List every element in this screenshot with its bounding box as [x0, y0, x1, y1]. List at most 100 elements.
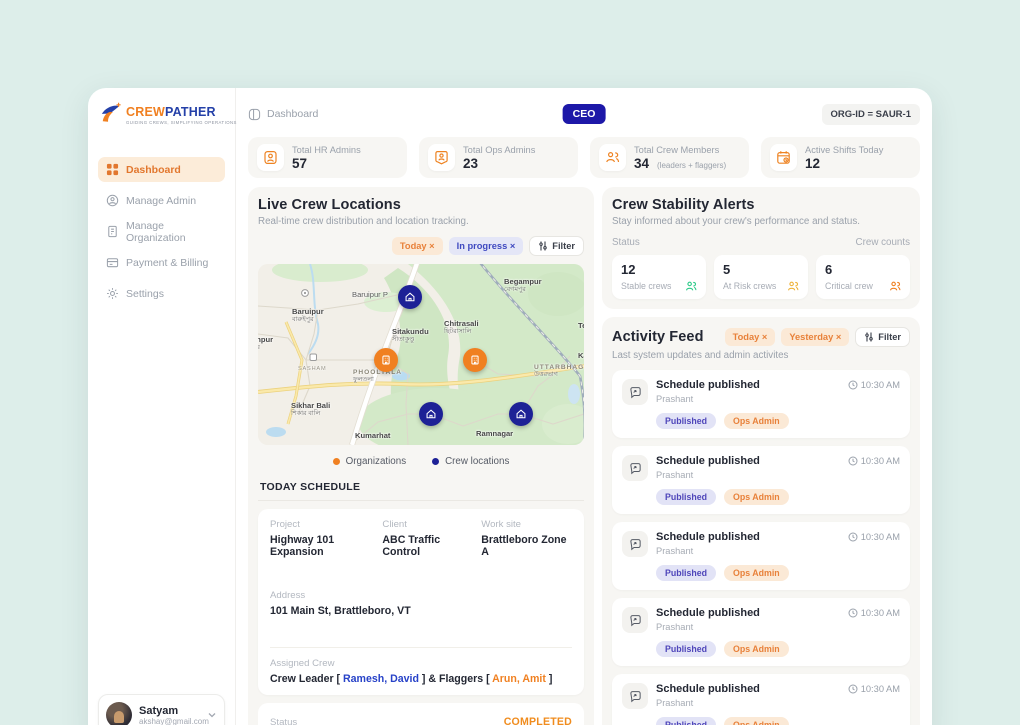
crew-location-marker[interactable]: [398, 285, 422, 309]
filter-chip-today[interactable]: Today ×: [392, 237, 443, 255]
ops-admin-badge: Ops Admin: [724, 717, 789, 725]
published-badge: Published: [656, 565, 716, 581]
map-filter-button[interactable]: Filter: [529, 236, 584, 256]
client-value: ABC Traffic Control: [382, 534, 473, 558]
sidebar-item-dashboard[interactable]: Dashboard: [98, 157, 225, 182]
activity-time: 10:30 AM: [848, 380, 900, 390]
sidebar: CREWPATHER GUIDING CREWS, SIMPLIFYING OP…: [88, 88, 236, 725]
org-id-badge: ORG-ID = SAUR-1: [822, 104, 921, 125]
crew-stability-subtitle: Stay informed about your crew's performa…: [612, 216, 910, 227]
crew-location-marker[interactable]: [419, 402, 443, 426]
topbar: Dashboard CEO ORG-ID = SAUR-1: [248, 102, 920, 126]
published-badge: Published: [656, 717, 716, 725]
filter-sliders-icon: [864, 332, 874, 342]
sidebar-nav: Dashboard Manage Admin Manage Organizati…: [98, 157, 225, 306]
organization-marker[interactable]: [374, 348, 398, 372]
activity-title-text: Schedule published: [656, 455, 760, 467]
activity-item[interactable]: Schedule publishedPrashant10:30 AMPublis…: [612, 522, 910, 590]
ops-admin-badge-icon: [428, 144, 455, 171]
app-window: CREWPATHER GUIDING CREWS, SIMPLIFYING OP…: [88, 88, 932, 725]
activity-time: 10:30 AM: [848, 608, 900, 618]
activity-time: 10:30 AM: [848, 684, 900, 694]
crew-stability-title: Crew Stability Alerts: [612, 197, 910, 213]
activity-item[interactable]: Schedule publishedPrashant10:30 AMPublis…: [612, 598, 910, 666]
map-legend: Organizations Crew locations: [258, 456, 584, 467]
sidebar-item-manage-organization[interactable]: Manage Organization: [98, 219, 225, 244]
payment-card-icon: [106, 256, 119, 269]
admin-user-icon: [106, 194, 119, 207]
assigned-crew-label: Assigned Crew: [270, 658, 572, 669]
active-shifts-calendar-icon: [770, 144, 797, 171]
crew-members-people-icon: [599, 144, 626, 171]
user-email: akshay@gmail.com: [139, 717, 200, 725]
activity-item[interactable]: Schedule publishedPrashant10:30 AMPublis…: [612, 370, 910, 438]
user-name: Satyam: [139, 705, 200, 717]
panel-toggle-icon[interactable]: [248, 108, 261, 121]
schedule-message-icon: [622, 531, 648, 557]
worksite-value: Brattleboro Zone A: [481, 534, 572, 558]
activity-feed-subtitle: Last system updates and admin activites: [612, 350, 910, 361]
user-avatar: [106, 702, 132, 725]
stability-card-at-risk: 5 At Risk crews: [714, 255, 808, 299]
user-menu[interactable]: Satyam akshay@gmail.com: [98, 694, 225, 725]
role-badge: CEO: [563, 104, 606, 124]
sidebar-item-manage-admin[interactable]: Manage Admin: [98, 188, 225, 213]
ops-admin-badge: Ops Admin: [724, 413, 789, 429]
at-risk-crews-people-icon: [787, 280, 799, 292]
project-label: Project: [270, 519, 374, 530]
activity-feed-list: Schedule published Prashant 10:30 AM Publis…: [612, 370, 910, 725]
breadcrumb[interactable]: Dashboard: [248, 108, 318, 121]
settings-gear-icon: [106, 287, 119, 300]
today-schedule-heading: TODAY SCHEDULE: [258, 477, 584, 501]
sidebar-item-payment-billing[interactable]: Payment & Billing: [98, 250, 225, 275]
status-badge: COMPLETED: [504, 716, 572, 725]
activity-time: 10:30 AM: [848, 456, 900, 466]
live-crew-map[interactable]: Baruipur PBaruipurবারুইপুরanpurপুরBegamp…: [258, 264, 584, 445]
legend-organizations: Organizations: [333, 456, 406, 467]
worksite-label: Work site: [481, 519, 572, 530]
brand-name: CREWPATHER: [126, 105, 237, 119]
schedule-message-icon: [622, 683, 648, 709]
activity-actor: Prashant: [656, 698, 760, 708]
assigned-crew-value: Crew Leader [ Ramesh, David ] & Flaggers…: [270, 673, 572, 685]
stability-card-critical: 6 Critical crew: [816, 255, 910, 299]
activity-chip-yesterday[interactable]: Yesterday ×: [781, 328, 849, 346]
crew-flaggers: Arun, Amit: [492, 673, 546, 685]
crew-members-note: (leaders + flaggers): [657, 161, 726, 170]
crew-location-marker[interactable]: [509, 402, 533, 426]
activity-filter-button[interactable]: Filter: [855, 327, 910, 347]
clock-icon: [848, 608, 858, 618]
stats-row: Total HR Admins 57 Total Ops Admins 23: [248, 137, 920, 178]
stat-active-shifts: Active Shifts Today 12: [761, 137, 920, 178]
ops-admin-badge: Ops Admin: [724, 641, 789, 657]
activity-actor: Prashant: [656, 622, 760, 632]
filter-chip-in-progress[interactable]: In progress ×: [449, 237, 524, 255]
activity-feed-section: Activity Feed Today × Yesterday × Filter…: [602, 317, 920, 725]
clock-icon: [848, 532, 858, 542]
stable-crews-people-icon: [685, 280, 697, 292]
organizations-dot-icon: [333, 458, 340, 465]
crew-stability-section: Crew Stability Alerts Stay informed abou…: [602, 187, 920, 309]
activity-time: 10:30 AM: [848, 532, 900, 542]
clock-icon: [848, 380, 858, 390]
today-schedule-card: Project Highway 101 Expansion Client ABC…: [258, 509, 584, 695]
stat-total-hr-admins: Total HR Admins 57: [248, 137, 407, 178]
client-label: Client: [382, 519, 473, 530]
address-label: Address: [270, 590, 572, 601]
legend-crew-locations: Crew locations: [432, 456, 509, 467]
activity-chip-today[interactable]: Today ×: [725, 328, 776, 346]
schedule-message-icon: [622, 455, 648, 481]
live-crew-subtitle: Real-time crew distribution and location…: [258, 216, 584, 227]
job-status-card: Status COMPLETED Job started by Ramesh a…: [258, 703, 584, 725]
clock-icon: [848, 456, 858, 466]
activity-title-text: Schedule published: [656, 379, 760, 391]
sidebar-item-settings[interactable]: Settings: [98, 281, 225, 306]
activity-item[interactable]: Schedule publishedPrashant10:30 AMPublis…: [612, 446, 910, 514]
project-value: Highway 101 Expansion: [270, 534, 374, 558]
ops-admin-badge: Ops Admin: [724, 565, 789, 581]
activity-item[interactable]: Schedule publishedPrashant10:30 AMPublis…: [612, 674, 910, 725]
activity-actor: Prashant: [656, 394, 760, 404]
stability-col-status: Status: [612, 237, 640, 248]
activity-actor: Prashant: [656, 470, 760, 480]
organization-marker[interactable]: [463, 348, 487, 372]
